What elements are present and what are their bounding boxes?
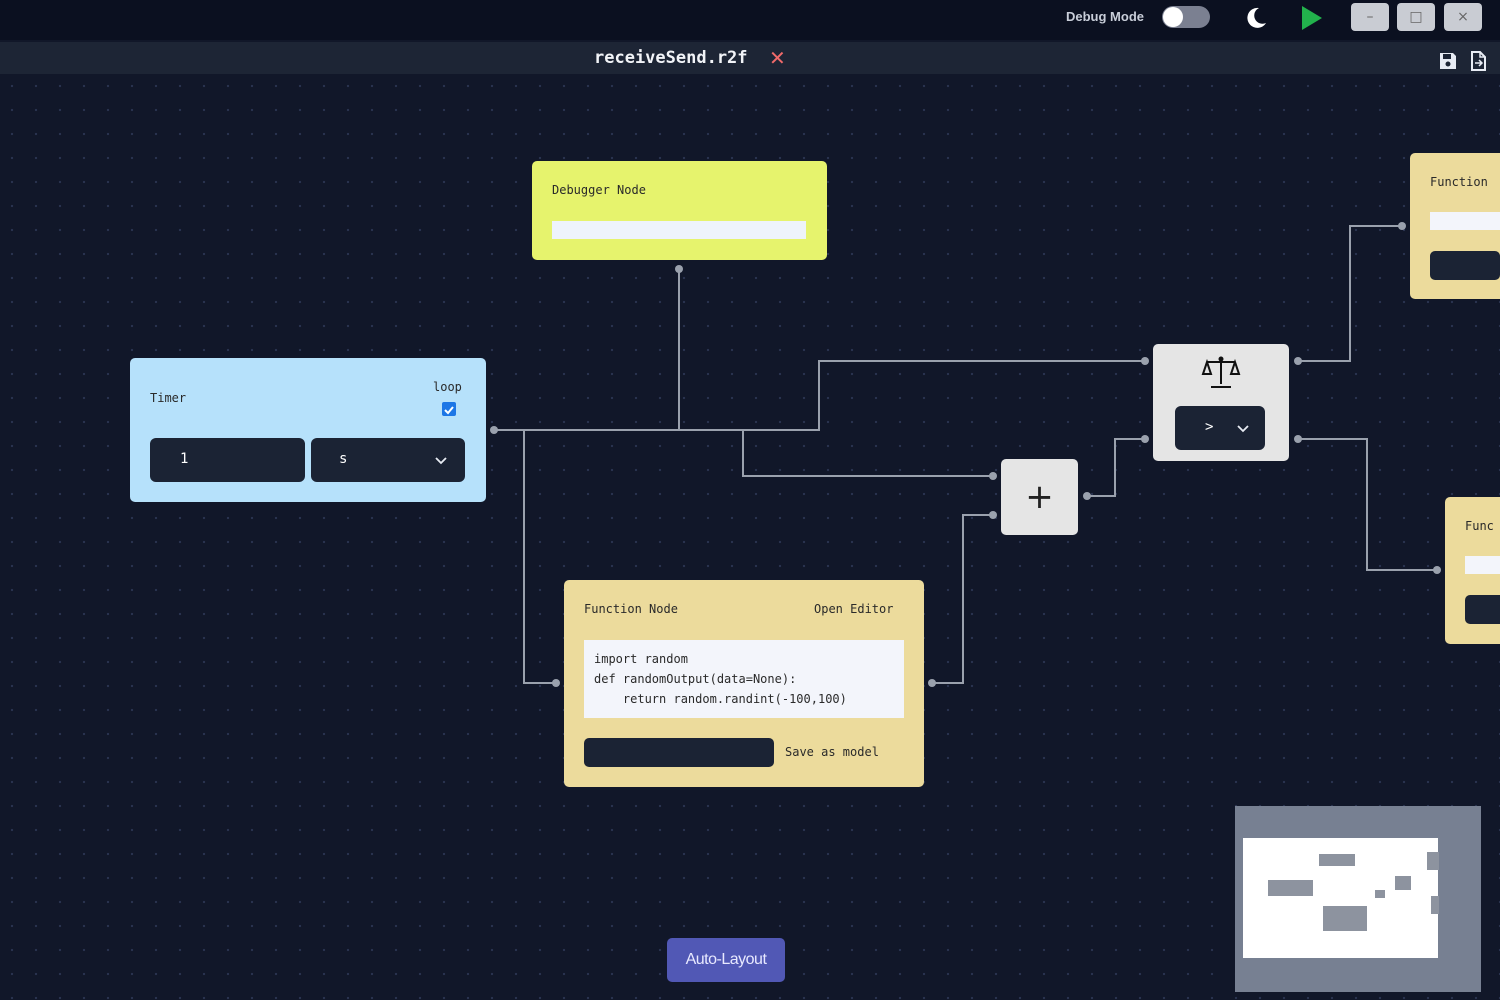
minimap[interactable] [1235,806,1481,992]
model-name-input[interactable] [584,738,774,767]
minimap-node [1395,876,1411,890]
minimap-node [1268,880,1313,896]
edge-compare-func-top [1298,225,1402,362]
edge-compare-func-bottom [1298,438,1437,571]
add-node[interactable]: + [1001,459,1078,535]
edge-timer-add [494,429,993,477]
function-node-right-bottom[interactable]: Func [1445,497,1500,644]
edge-timer-debugger [494,269,680,431]
chevron-down-icon [1237,425,1249,433]
scale-icon [1201,356,1241,388]
timer-unit-value: s [339,451,348,467]
loop-checkbox[interactable] [442,402,456,416]
operator-value: > [1205,419,1214,435]
code-editor[interactable]: import random def randomOutput(data=None… [584,640,904,718]
code-editor[interactable] [1465,556,1500,574]
timer-node-title: Timer [150,391,187,405]
debugger-node[interactable]: Debugger Node [532,161,827,260]
minimap-node [1319,854,1355,866]
edge-timer-function [494,429,556,684]
compare-node[interactable]: > [1153,344,1289,461]
debugger-node-title: Debugger Node [552,183,646,197]
function-node-right-top-title: Function [1430,175,1488,189]
minimap-node [1323,906,1367,931]
open-editor-button[interactable]: Open Editor [814,602,893,616]
minimap-node [1427,852,1439,870]
timer-interval-input[interactable]: 1 [150,438,305,482]
loop-label: loop [433,380,462,394]
plus-icon: + [1025,477,1054,517]
model-name-input[interactable] [1430,251,1500,280]
code-editor[interactable] [1430,212,1500,230]
save-as-model-button[interactable]: Save as model [785,745,879,759]
timer-node[interactable]: Timer loop 1 s [130,358,486,502]
function-node-title: Function Node [584,602,678,616]
function-node-right-bottom-title: Func [1465,519,1494,533]
debugger-output [552,221,806,239]
timer-unit-select[interactable]: s [311,438,465,482]
function-node[interactable]: Function Node Open Editor import random … [564,580,924,787]
function-node-right-top[interactable]: Function [1410,153,1500,299]
operator-select[interactable]: > [1175,406,1265,450]
edge-timer-compare [494,360,1145,431]
model-name-input[interactable] [1465,595,1500,624]
edge-add-compare [1087,438,1145,497]
auto-layout-button[interactable]: Auto-Layout [667,938,785,982]
edge-function-add [932,514,993,684]
checkmark-icon [444,406,454,415]
minimap-node [1431,896,1439,914]
chevron-down-icon [435,457,447,465]
minimap-node [1375,890,1385,898]
